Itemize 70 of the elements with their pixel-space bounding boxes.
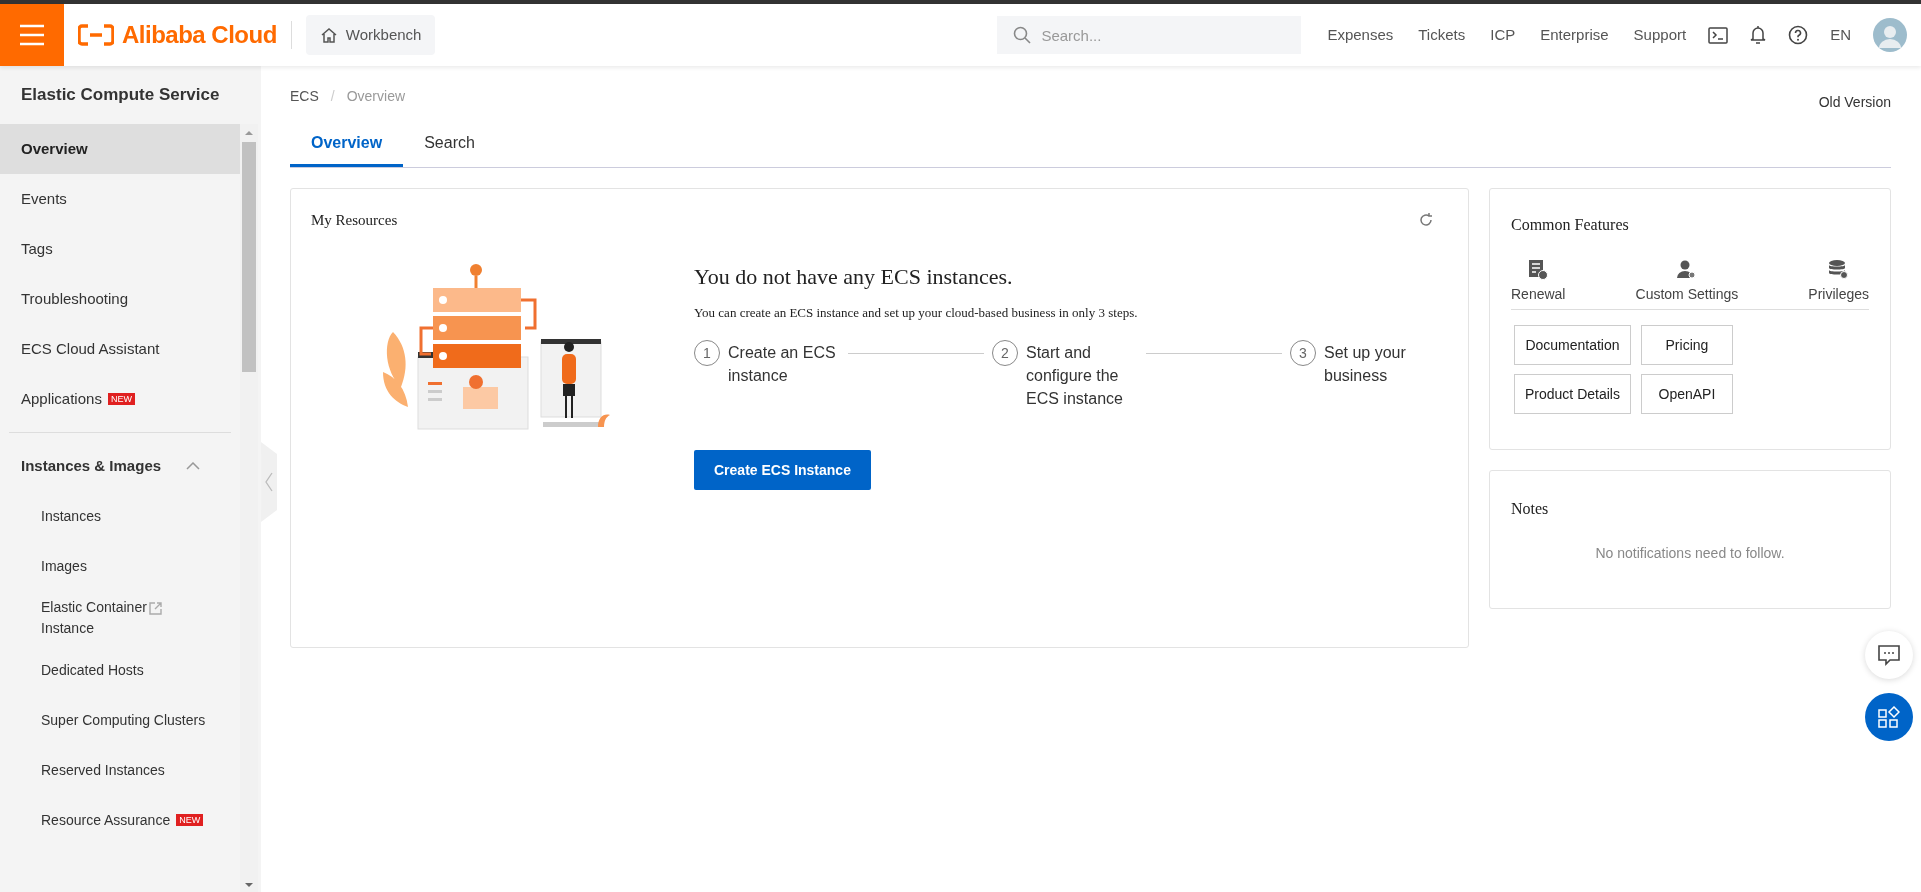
sidebar-title: Elastic Compute Service (20, 84, 221, 107)
breadcrumb-link[interactable]: ECS (290, 85, 319, 107)
scroll-down-icon[interactable] (244, 880, 254, 890)
feature-button[interactable]: OpenAPI (1640, 374, 1733, 414)
sidebar-item[interactable]: Images (41, 555, 87, 577)
feature-button[interactable]: Product Details (1514, 374, 1631, 414)
feature-link[interactable]: Privileges (1808, 284, 1869, 305)
terminal-icon[interactable] (1708, 26, 1729, 44)
chevron-left-icon (265, 472, 274, 492)
chat-button[interactable] (1865, 631, 1913, 679)
feature-link[interactable]: Renewal (1511, 284, 1566, 305)
step-label: Start and configure the ECS instance (1026, 343, 1124, 409)
card-title: Notes (1511, 499, 1550, 519)
apps-icon (1878, 706, 1900, 728)
apps-button[interactable] (1865, 693, 1913, 741)
logo-text: Alibaba Cloud (122, 20, 277, 50)
database-icon (1828, 259, 1850, 280)
nav-link[interactable]: Tickets (1418, 23, 1466, 47)
nav-link[interactable]: ICP (1490, 23, 1516, 47)
feature-link[interactable]: Custom Settings (1635, 284, 1739, 305)
logo-icon (78, 24, 114, 46)
breadcrumb-separator: / (330, 86, 335, 106)
tab[interactable]: Overview (290, 121, 404, 167)
menu-button[interactable] (0, 4, 64, 66)
new-badge: NEW (107, 393, 135, 405)
workbench-button[interactable]: Workbench (305, 15, 436, 55)
language-button[interactable]: EN (1830, 23, 1851, 47)
breadcrumb-current: Overview (346, 86, 406, 106)
empty-state-heading: You do not have any ECS instances. (694, 262, 1014, 291)
sidebar-item[interactable]: Applications (21, 387, 102, 411)
nav-link[interactable]: Expenses (1327, 23, 1394, 47)
refresh-icon[interactable] (1418, 212, 1434, 229)
bell-icon[interactable] (1750, 25, 1767, 45)
nav-link[interactable]: Enterprise (1540, 23, 1609, 47)
chevron-up-icon[interactable] (186, 462, 200, 470)
sidebar-item[interactable]: Reserved Instances (41, 759, 165, 781)
sidebar-item[interactable]: Instances (41, 505, 101, 527)
sidebar-item[interactable]: Tags (21, 237, 53, 261)
sidebar-item[interactable]: Resource Assurance (41, 809, 171, 831)
feature-button[interactable]: Documentation (1514, 325, 1631, 365)
old-version-link[interactable]: Old Version (1818, 91, 1891, 113)
scroll-up-icon[interactable] (244, 128, 254, 138)
sidebar-item[interactable]: Super Computing Clusters (41, 709, 206, 731)
help-icon[interactable] (1788, 25, 1809, 45)
nav-link[interactable]: Support (1633, 23, 1687, 47)
home-icon (319, 27, 338, 43)
sidebar-item[interactable]: ECS Cloud Assistant (21, 337, 160, 361)
sidebar-item[interactable]: Troubleshooting (21, 287, 128, 311)
empty-state-description: You can create an ECS instance and set up your cloud-based business in only 3 steps. (694, 303, 1139, 322)
tab[interactable]: Search (403, 121, 496, 167)
card-title: My Resources (311, 211, 398, 230)
step-label: Create an ECS instance (728, 343, 837, 386)
chat-icon (1877, 644, 1901, 666)
card-title: Common Features (1511, 215, 1630, 235)
sidebar-item[interactable]: Dedicated Hosts (41, 659, 144, 681)
search-field[interactable]: Search... (997, 16, 1302, 54)
new-badge: NEW (176, 814, 204, 826)
sidebar-group-label[interactable]: Instances & Images (21, 454, 162, 478)
renewal-icon (1527, 259, 1548, 280)
menu-icon (19, 24, 45, 46)
user-settings-icon (1676, 259, 1698, 280)
sidebar-item[interactable]: Overview (21, 137, 88, 161)
empty-message: No notifications need to follow. (1595, 544, 1785, 563)
sidebar-item[interactable]: Elastic Container Instance (41, 597, 171, 639)
create-instance-button[interactable]: Create ECS Instance (694, 450, 871, 490)
scrollbar-thumb[interactable] (242, 142, 256, 372)
sidebar-item[interactable]: Events (21, 187, 67, 211)
feature-button[interactable]: Pricing (1640, 325, 1733, 365)
search-icon (1013, 26, 1032, 44)
step-label: Set up your business (1324, 343, 1407, 386)
